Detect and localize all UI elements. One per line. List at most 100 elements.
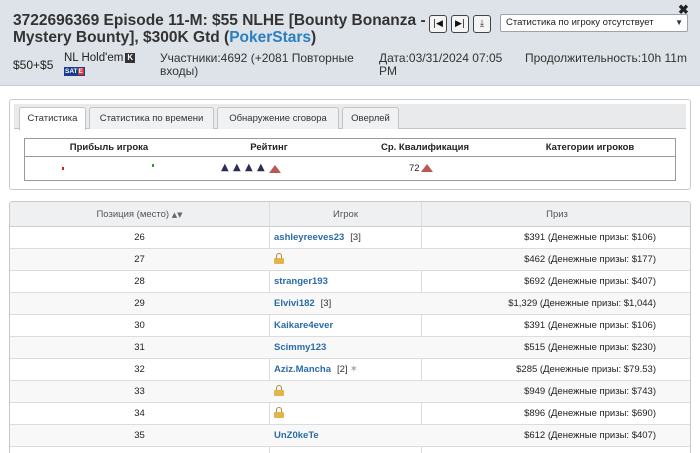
prize-cell: $462 (Денежные призы: $177) — [524, 254, 656, 265]
player-cell — [274, 381, 422, 403]
game-label: NL Hold'em — [64, 52, 124, 64]
player-stat-select[interactable]: Статистика по игроку отсутствует ▼ — [500, 14, 688, 32]
prize-cell: $515 (Денежные призы: $230) — [524, 342, 656, 353]
column-position[interactable]: Позиция (место) ▲▼ — [10, 202, 269, 228]
tab-overlay[interactable]: Оверлей — [342, 107, 399, 129]
header-rating: Рейтинг — [250, 142, 288, 153]
prize-cell: $896 (Денежные призы: $690) — [524, 408, 656, 419]
stats-values: ▲ ▲ ▲ ▲ 72 — [25, 157, 675, 180]
negative-profit-tick — [62, 167, 64, 170]
results-table: Позиция (место) ▲▼ Игрок Приз 26 ashleyre… — [9, 201, 691, 453]
position-cell: 35 — [134, 430, 145, 441]
satellite-badge: SATE — [64, 67, 85, 76]
table-row[interactable]: 35 UnZ0keTe $612 (Денежные призы: $407) — [10, 425, 690, 447]
duration: Продолжительность:10h 11m — [525, 51, 687, 65]
table-row[interactable]: 32 Aziz.Mancha [2] ✶ $285 (Денежные призы: $… — [10, 359, 690, 381]
position-cell: 33 — [134, 386, 145, 397]
tabs-bar: Статистика Статистика по времени Обнаруж… — [14, 104, 686, 130]
player-cell: UnZ0keTe — [274, 425, 422, 447]
player-stat-select-value: Статистика по игроку отсутствует — [506, 17, 654, 28]
download-icon[interactable]: ⤓ — [473, 15, 491, 33]
tournament-header: 3722696369 Episode 11-M: $55 NLHE [Bount… — [0, 0, 700, 86]
lock-icon — [274, 385, 284, 396]
table-row[interactable]: 27 $462 (Денежные призы: $177) — [10, 249, 690, 271]
position-cell: 36 — [10, 447, 269, 453]
position-cell: 29 — [134, 298, 145, 309]
last-page-icon[interactable]: ▶| — [451, 15, 469, 33]
player-name-link[interactable]: Aziz.Mancha — [274, 364, 331, 375]
table-row[interactable]: 26 ashleyreeves23 [3] $391 (Денежные призы:… — [10, 227, 690, 249]
stats-panel: Статистика Статистика по времени Обнаруж… — [9, 99, 691, 190]
player-cell — [274, 249, 422, 271]
entry-count: [3] — [350, 232, 361, 243]
prize-cell: $1,329 (Денежные призы: $1,044) — [508, 298, 656, 309]
player-name-link[interactable]: Elvivi182 — [274, 298, 315, 309]
stats-table: Прибыль игрока Рейтинг Ср. Квалификация … — [24, 138, 676, 181]
tab-collusion-detection[interactable]: Обнаружение сговора — [217, 107, 339, 129]
table-row[interactable]: 29 Elvivi182 [3] $1,329 (Денежные призы: $1… — [10, 293, 690, 315]
tournament-title: 3722696369 Episode 11-M: $55 NLHE [Bount… — [13, 12, 428, 46]
player-name-link[interactable]: Kaikare4ever — [274, 320, 333, 331]
prize-cell: $692 (Денежные призы: $407) — [524, 276, 656, 287]
avg-qualification-value: 72 — [409, 163, 420, 174]
column-position-label: Позиция (место) — [96, 209, 170, 220]
position-cell: 27 — [134, 254, 145, 265]
player-name-link[interactable]: ashleyreeves23 — [274, 232, 344, 243]
position-cell: 32 — [134, 364, 145, 375]
tab-time-statistics[interactable]: Статистика по времени — [89, 107, 214, 129]
player-cell: stranger193 — [274, 271, 422, 293]
sort-icon[interactable]: ▲▼ — [172, 211, 183, 219]
date: Дата:03/31/2024 07:05 PM — [379, 51, 503, 78]
results-header: Позиция (место) ▲▼ Игрок Приз — [10, 202, 690, 228]
prize-cell: $391 (Денежные призы: $106) — [524, 320, 656, 331]
sat-badge-left: SAT — [65, 68, 78, 75]
qualification-triangle-icon — [421, 164, 433, 172]
prize-cell: $949 (Денежные призы: $743) — [524, 386, 656, 397]
rating-hat-icon: ▲ — [233, 162, 241, 173]
lock-icon — [274, 253, 284, 264]
player-name-link[interactable]: stranger193 — [274, 276, 328, 287]
player-cell: Aziz.Mancha [2] ✶ — [274, 359, 422, 381]
column-prize: Приз — [546, 209, 568, 220]
prize-cell: $391 (Денежные призы: $106) — [524, 232, 656, 243]
player-name-link[interactable]: UnZ0keTe — [274, 430, 319, 441]
title-text: 3722696369 Episode 11-M: $55 NLHE [Bount… — [13, 12, 426, 46]
rating-triangle-icon — [269, 165, 281, 173]
sat-badge-right: E — [77, 68, 84, 75]
table-row[interactable]: 34 $896 (Денежные призы: $690) — [10, 403, 690, 425]
buyin: $50+$5 — [13, 58, 54, 72]
participants: Участники:4692 (+2081 Повторные входы) — [160, 51, 354, 78]
position-cell: 30 — [134, 320, 145, 331]
positive-profit-tick — [152, 164, 154, 167]
site-link[interactable]: PokerStars — [229, 29, 311, 46]
header-player-profit: Прибыль игрока — [69, 142, 149, 153]
header-avg-qualification: Ср. Квалификация — [380, 142, 470, 153]
prize-cell: $612 (Денежные призы: $407) — [524, 430, 656, 441]
rating-hat-icon: ▲ — [221, 162, 229, 173]
table-row[interactable]: 28 stranger193 $692 (Денежные призы: $407) — [10, 271, 690, 293]
stats-header: Прибыль игрока Рейтинг Ср. Квалификация … — [25, 139, 675, 157]
star-icon: ✶ — [349, 364, 358, 375]
prize-cell: $21,409 (Денежные призы: $21,204) — [422, 447, 656, 453]
position-cell: 28 — [134, 276, 145, 287]
table-row[interactable]: 36 ALINA ALLIN1$21,409 (Денежные призы: $… — [10, 447, 690, 453]
player-cell: Kaikare4ever — [274, 315, 422, 337]
table-row[interactable]: 33 $949 (Денежные призы: $743) — [10, 381, 690, 403]
table-row[interactable]: 31 Scimmy123 $515 (Денежные призы: $230) — [10, 337, 690, 359]
first-page-icon[interactable]: |◀ — [429, 15, 447, 33]
rating-hat-icon: ▲ — [245, 162, 253, 173]
position-cell: 31 — [134, 342, 145, 353]
lock-icon — [274, 407, 284, 418]
tab-statistics[interactable]: Статистика — [19, 107, 86, 130]
game-type: NL Hold'em K — [64, 52, 136, 64]
player-cell: ashleyreeves23 [3] — [274, 227, 422, 249]
knockout-badge: K — [125, 53, 136, 63]
close-icon[interactable]: ✖ — [678, 2, 689, 18]
table-row[interactable]: 30 Kaikare4ever $391 (Денежные призы: $106… — [10, 315, 690, 337]
player-name-link[interactable]: Scimmy123 — [274, 342, 326, 353]
nav-buttons: |◀ ▶| ⤓ — [429, 15, 491, 33]
prize-cell: $285 (Денежные призы: $79.53) — [516, 364, 656, 375]
player-cell: Scimmy123 — [274, 337, 422, 359]
column-player: Игрок — [332, 209, 359, 220]
rating-hat-icon: ▲ — [257, 162, 265, 173]
